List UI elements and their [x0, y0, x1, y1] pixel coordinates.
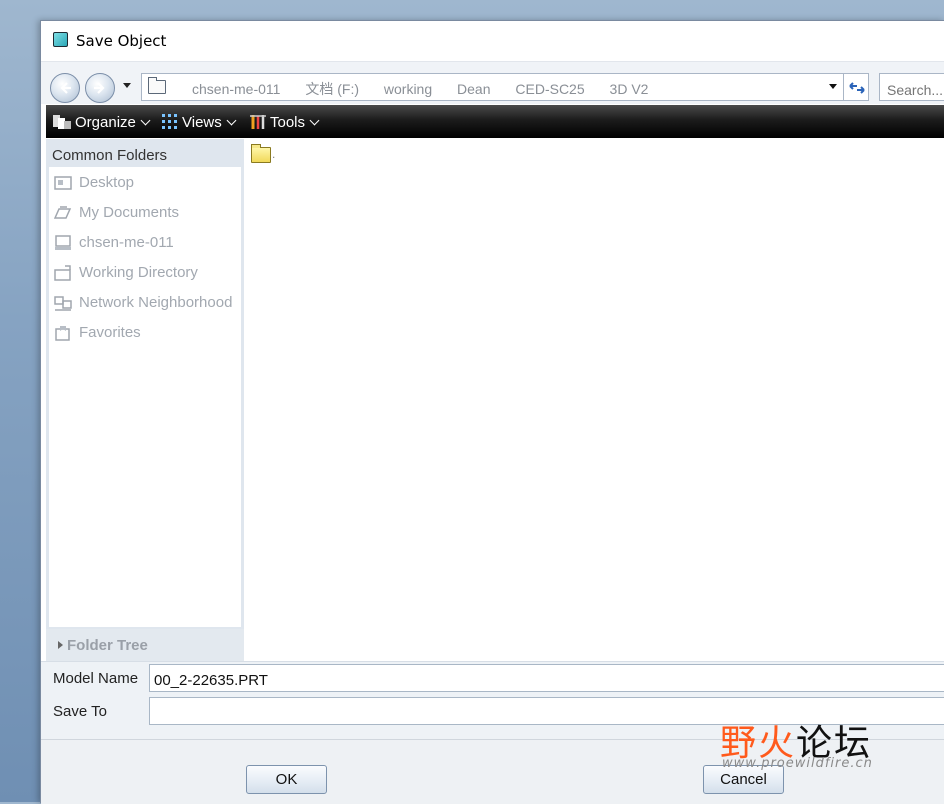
address-dropdown-icon[interactable]	[829, 84, 837, 89]
organize-icon	[53, 115, 71, 129]
views-menu[interactable]: Views	[161, 113, 237, 131]
favorites-icon	[55, 326, 70, 341]
folder-tree-label: Folder Tree	[67, 637, 148, 654]
search-input[interactable]	[879, 73, 944, 101]
file-name: .	[272, 147, 276, 161]
watermark-url: www.proewildfire.cn	[722, 756, 873, 771]
crumb-dean[interactable]: Dean	[457, 81, 490, 97]
sidebar-item-working-directory[interactable]: Working Directory	[51, 259, 241, 287]
sidebar-item-computer[interactable]: chsen-me-011	[51, 229, 241, 257]
forward-arrow-icon	[94, 82, 105, 94]
tools-icon	[250, 115, 266, 129]
crumb-drive[interactable]: 文档 (F:)	[305, 81, 359, 97]
save-to-label: Save To	[53, 703, 107, 720]
computer-icon	[55, 235, 71, 250]
address-bar[interactable]: chsen-me-011 文档 (F:) working Dean CED-SC…	[141, 73, 869, 101]
chevron-down-icon	[309, 115, 320, 126]
window-title: Save Object	[76, 32, 167, 50]
sidebar-item-network-neighborhood[interactable]: Network Neighborhood	[51, 289, 241, 317]
back-arrow-icon	[60, 82, 71, 94]
documents-icon	[54, 206, 72, 219]
tools-label: Tools	[270, 114, 306, 131]
app-icon	[53, 32, 68, 47]
folder-icon	[251, 144, 271, 163]
ok-button[interactable]: OK	[246, 765, 327, 794]
refresh-button[interactable]	[843, 73, 869, 101]
model-name-input[interactable]	[149, 664, 944, 692]
desktop-icon	[54, 176, 72, 190]
back-button[interactable]	[50, 73, 80, 103]
views-label: Views	[182, 114, 222, 131]
crumb-computer[interactable]: chsen-me-011	[192, 81, 280, 97]
organize-label: Organize	[75, 114, 136, 131]
sidebar-item-desktop[interactable]: Desktop	[51, 169, 241, 197]
network-icon	[54, 296, 72, 311]
sidebar-item-favorites[interactable]: Favorites	[51, 319, 241, 347]
sidebar: Common Folders Desktop My Documents chse…	[46, 139, 244, 661]
chevron-down-icon	[226, 115, 237, 126]
forward-button[interactable]	[85, 73, 115, 103]
organize-menu[interactable]: Organize	[52, 113, 151, 131]
model-name-label: Model Name	[53, 670, 139, 687]
folder-icon	[148, 77, 166, 94]
chevron-down-icon	[140, 115, 151, 126]
tools-menu[interactable]: Tools	[249, 113, 320, 131]
common-folders-list: Desktop My Documents chsen-me-011 Workin…	[49, 167, 241, 627]
toolbar: Organize Views Tools	[46, 105, 944, 138]
crumb-ced-sc25[interactable]: CED-SC25	[515, 81, 584, 97]
file-list: .	[245, 139, 944, 661]
common-folders-heading: Common Folders	[52, 147, 168, 164]
breadcrumb: chsen-me-011 文档 (F:) working Dean CED-SC…	[192, 79, 669, 99]
sidebar-item-my-documents[interactable]: My Documents	[51, 199, 241, 227]
address-row: chsen-me-011 文档 (F:) working Dean CED-SC…	[41, 61, 944, 104]
save-object-dialog: Save Object chsen-me-011 文档 (F:) working…	[40, 20, 944, 804]
crumb-3d-v2[interactable]: 3D V2	[610, 81, 649, 97]
folder-tree-toggle[interactable]: Folder Tree	[46, 629, 244, 661]
refresh-arrows-icon	[849, 82, 865, 94]
expand-triangle-icon	[58, 641, 63, 649]
history-dropdown-icon[interactable]	[123, 83, 131, 88]
working-directory-icon	[54, 265, 71, 281]
crumb-working[interactable]: working	[384, 81, 432, 97]
title-bar: Save Object	[41, 21, 944, 59]
views-icon	[162, 114, 177, 129]
